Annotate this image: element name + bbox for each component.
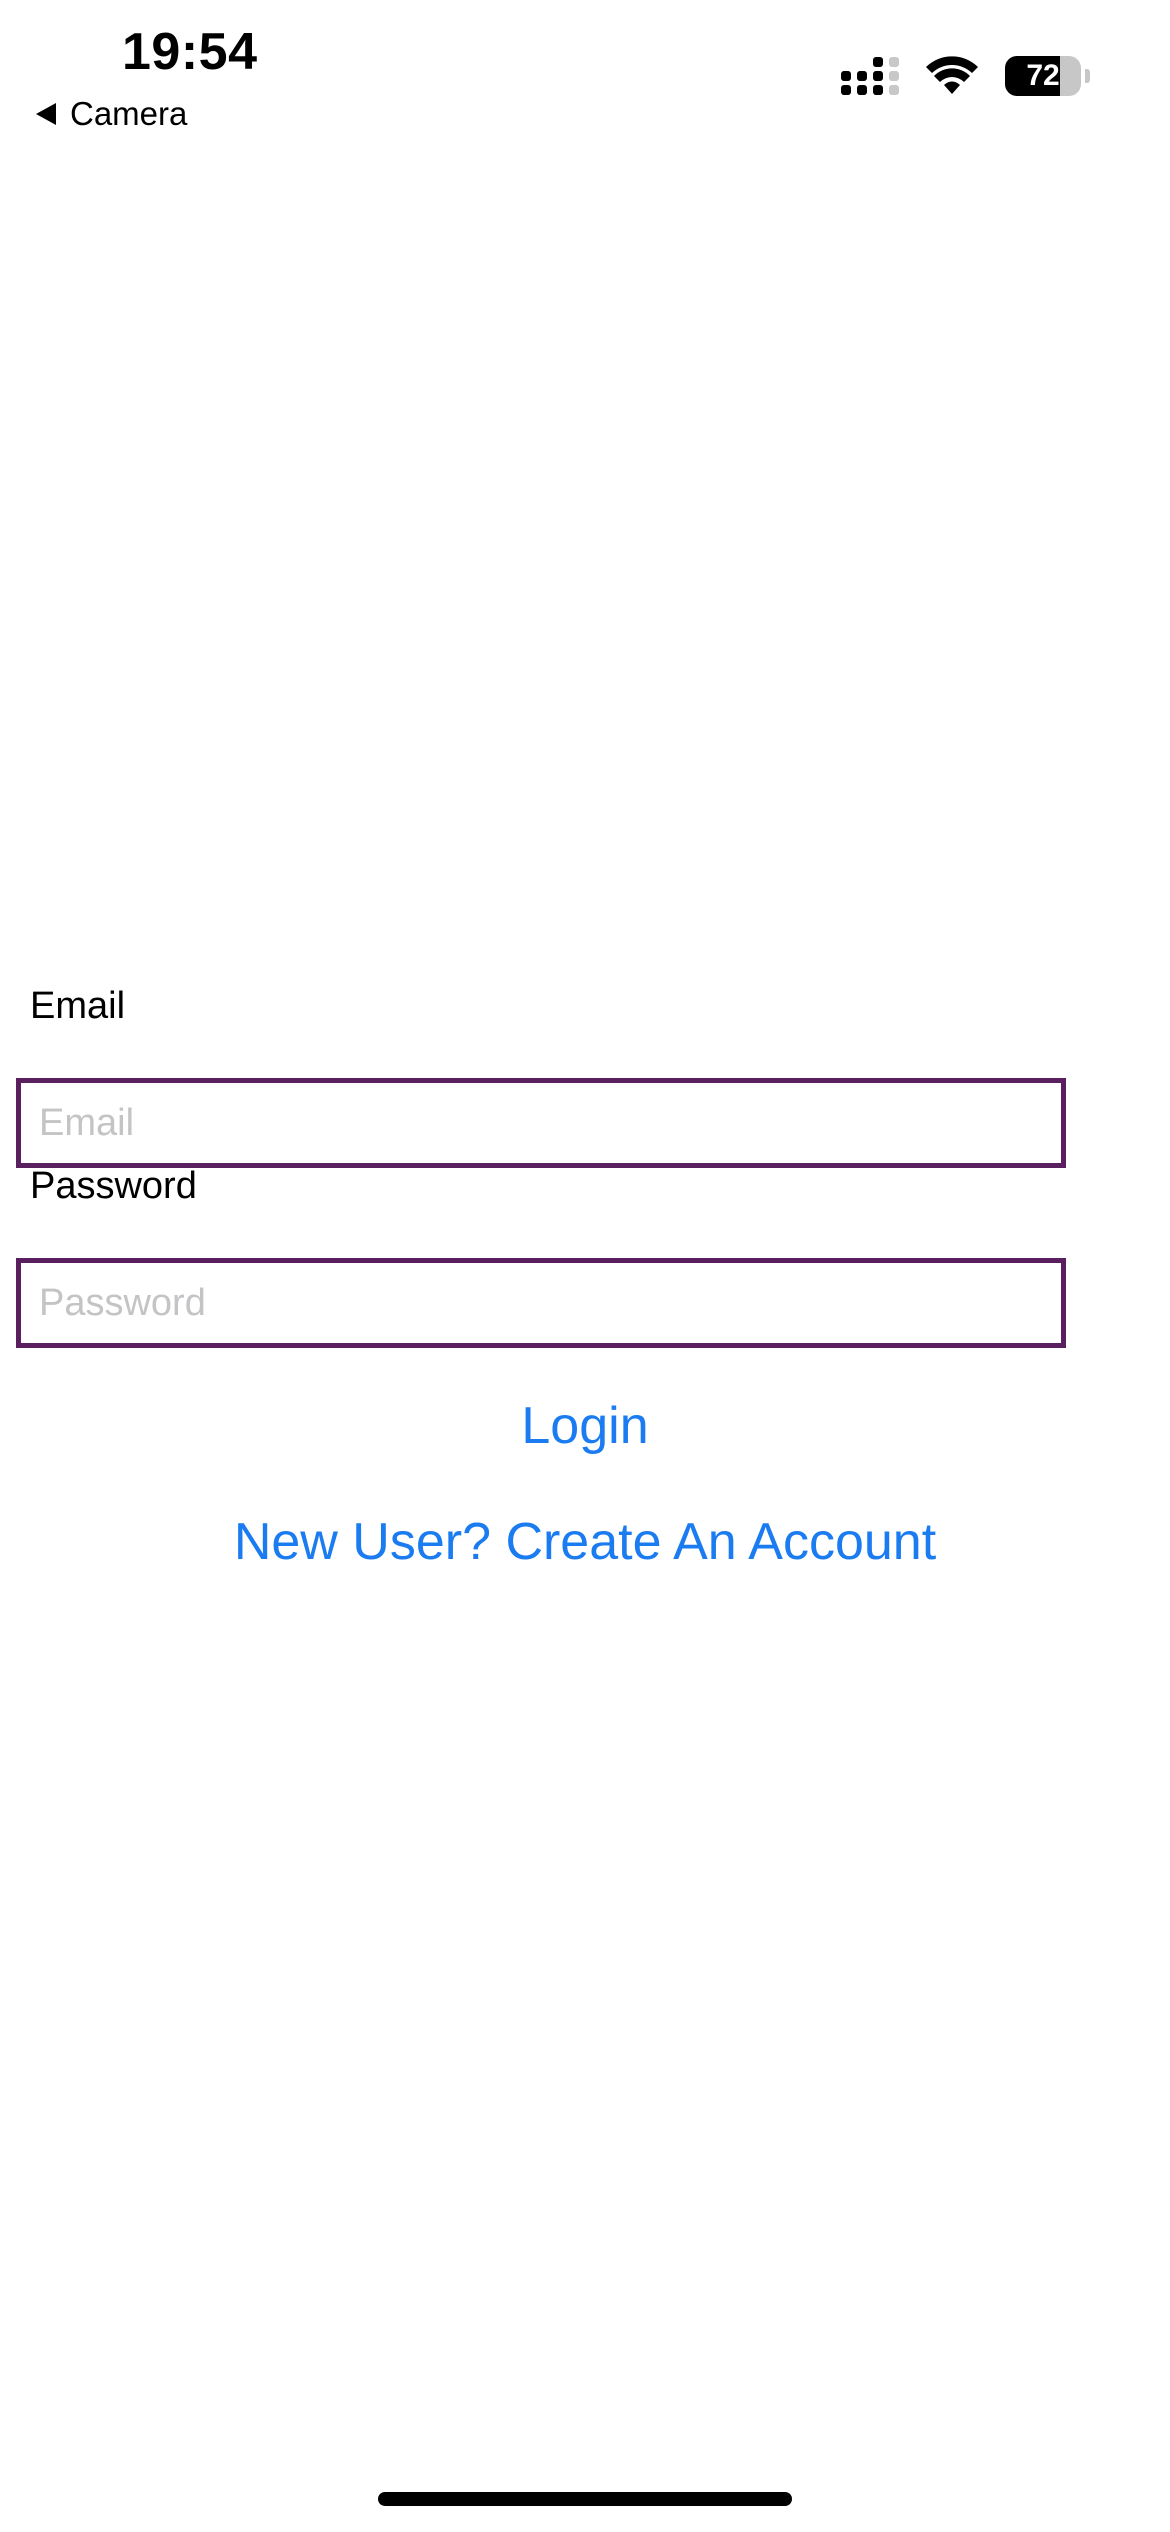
back-arrow-icon <box>36 103 56 125</box>
wifi-icon <box>926 56 978 94</box>
email-label: Email <box>30 985 126 1027</box>
signal-icon <box>841 57 899 95</box>
battery-cap <box>1085 69 1090 83</box>
battery-percent: 72 <box>1026 59 1060 92</box>
back-to-camera-link[interactable]: Camera <box>36 92 187 136</box>
home-indicator[interactable] <box>378 2492 792 2506</box>
back-to-camera-label: Camera <box>70 95 188 132</box>
login-button[interactable]: Login <box>0 1396 1170 1456</box>
create-account-button[interactable]: New User? Create An Account <box>0 1512 1170 1572</box>
battery-icon: 72 <box>1005 56 1081 96</box>
password-input[interactable] <box>16 1258 1066 1348</box>
password-label: Password <box>30 1165 197 1207</box>
email-input[interactable] <box>16 1078 1066 1168</box>
status-time: 19:54 <box>122 23 258 81</box>
status-icons: 72 <box>841 56 1090 96</box>
login-screen: 19:54 Camera 72 Email Password Login New… <box>0 0 1170 2532</box>
